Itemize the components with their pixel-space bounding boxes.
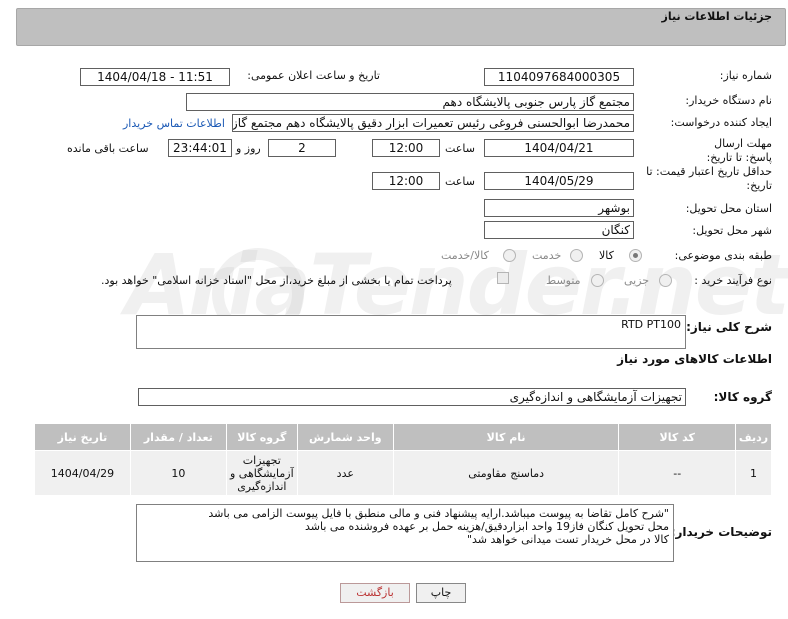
buyer-org-field: مجتمع گاز پارس جنوبی پالایشگاه دهم (186, 93, 634, 111)
th-group: گروه کالا (225, 423, 298, 451)
goods-info-title: اطلاعات کالاهای مورد نیاز (617, 352, 772, 366)
th-qty: تعداد / مقدار (129, 423, 227, 451)
remaining-time-field: 23:44:01 (168, 139, 232, 157)
summary-value: RTD PT100 (621, 318, 681, 331)
need-number-field: 1104097684000305 (484, 68, 634, 86)
city-label: شهر محل تحویل: (692, 224, 772, 237)
remaining-label: ساعت باقی مانده (67, 142, 149, 155)
buyer-contact-link[interactable]: اطلاعات تماس خریدار (123, 117, 225, 130)
category-goods-radio[interactable] (629, 249, 642, 262)
city-field: کنگان (484, 221, 634, 239)
reply-date-field: 1404/04/21 (484, 139, 634, 157)
days-field: 2 (268, 139, 336, 157)
creator-label: ایجاد کننده درخواست: (670, 116, 772, 129)
th-row: ردیف (734, 423, 773, 451)
cell-group: تجهیزات آزمایشگاهی و اندازه‌گیری (225, 450, 298, 496)
category-service-radio[interactable] (570, 249, 583, 262)
process-minor-label: جزیی (624, 274, 650, 287)
reply-time-label: ساعت (445, 142, 475, 155)
cell-row: 1 (734, 450, 773, 496)
print-button[interactable]: چاپ (416, 583, 466, 603)
summary-label: شرح کلی نیاز: (686, 320, 772, 334)
cell-name: دماسنج مقاومتی (392, 450, 620, 496)
province-field: بوشهر (484, 199, 634, 217)
payment-checkbox[interactable] (497, 272, 509, 284)
price-date-field: 1404/05/29 (484, 172, 634, 190)
announce-date-label: تاریخ و ساعت اعلان عمومی: (247, 69, 380, 82)
announce-date-field: 1404/04/18 - 11:51 (80, 68, 230, 86)
table-header-row: ردیف کد کالا نام کالا واحد شمارش گروه کا… (34, 423, 773, 451)
th-unit: واحد شمارش (296, 423, 394, 451)
items-table: ردیف کد کالا نام کالا واحد شمارش گروه کا… (34, 423, 773, 496)
cell-unit: عدد (296, 450, 394, 496)
process-medium-label: متوسط (546, 274, 581, 287)
back-button[interactable]: بازگشت (340, 583, 410, 603)
reply-deadline-label: مهلت ارسال پاسخ: تا تاریخ: (706, 137, 772, 164)
summary-textarea[interactable]: RTD PT100 (136, 315, 686, 349)
category-service-label: خدمت (532, 249, 562, 262)
process-label: نوع فرآیند خرید : (694, 274, 772, 287)
buyer-notes-line: محل تحویل کنگان فاز19 واحد ابزاردقیق/هزی… (305, 520, 669, 533)
buyer-notes-textarea[interactable]: "شرح کامل تقاضا به پیوست میباشد.ارایه پی… (136, 504, 674, 562)
days-label: روز و (236, 142, 261, 155)
province-label: استان محل تحویل: (685, 202, 772, 215)
category-label: طبقه بندی موضوعی: (674, 249, 772, 262)
cell-qty: 10 (129, 450, 227, 496)
category-goods-label: کالا (599, 249, 614, 262)
buyer-notes-label: توضیحات خریدار: (670, 525, 772, 539)
goods-group-label: گروه کالا: (713, 390, 772, 404)
need-details-page: AriaTender.net جزئیات اطلاعات نیاز شماره… (0, 0, 788, 619)
cell-date: 1404/04/29 (34, 450, 131, 496)
cell-code: -- (618, 450, 736, 496)
process-medium-radio[interactable] (591, 274, 604, 287)
category-both-radio[interactable] (503, 249, 516, 262)
payment-note: پرداخت تمام یا بخشی از مبلغ خرید،از محل … (101, 274, 452, 287)
goods-group-field: تجهیزات آزمایشگاهی و اندازه‌گیری (138, 388, 686, 406)
need-number-label: شماره نیاز: (719, 69, 772, 82)
price-validity-label: حداقل تاریخ اعتبار قیمت: تا تاریخ: (646, 165, 772, 192)
price-time-label: ساعت (445, 175, 475, 188)
creator-field: محمدرضا ابوالحسنی فروغی رئیس تعمیرات ابز… (232, 114, 634, 132)
table-row: 1 -- دماسنج مقاومتی عدد تجهیزات آزمایشگا… (34, 450, 773, 496)
th-date: تاریخ نیاز (34, 423, 131, 451)
price-time-field: 12:00 (372, 172, 440, 190)
page-title: جزئیات اطلاعات نیاز (661, 10, 773, 23)
reply-time-field: 12:00 (372, 139, 440, 157)
buyer-org-label: نام دستگاه خریدار: (685, 94, 772, 107)
th-name: نام کالا (392, 423, 620, 451)
th-code: کد کالا (618, 423, 736, 451)
category-both-label: کالا/خدمت (441, 249, 489, 262)
process-minor-radio[interactable] (659, 274, 672, 287)
buyer-notes-line: "شرح کامل تقاضا به پیوست میباشد.ارایه پی… (208, 507, 669, 520)
buyer-notes-line: کالا در محل خریدار تست میدانی خواهد شد" (466, 533, 669, 546)
